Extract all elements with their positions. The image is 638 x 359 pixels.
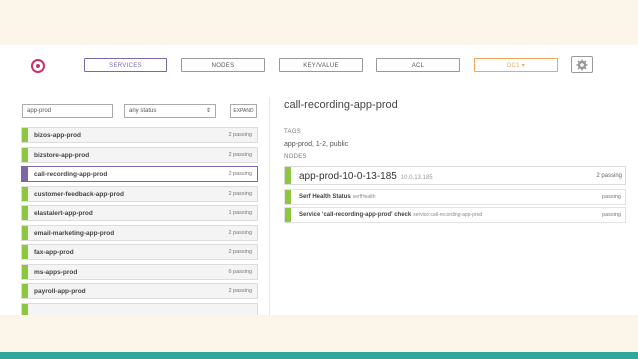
status-filter-select[interactable]: any status ⇕ [124, 104, 216, 118]
service-item[interactable]: email-marketing-app-prod 2 passing [21, 224, 258, 241]
health-indicator [22, 186, 28, 201]
health-indicator [285, 190, 291, 204]
consul-logo-icon[interactable] [31, 59, 45, 73]
service-status: 2 passing [228, 288, 252, 294]
service-item[interactable]: payroll-app-prod 2 passing [21, 283, 258, 299]
service-name: call-recording-app-prod [34, 171, 108, 178]
gear-icon [576, 59, 588, 70]
service-name: bizstore-app-prod [34, 151, 90, 159]
check-status: passing [602, 212, 621, 218]
health-indicator [22, 206, 28, 220]
node-status: 2 passing [596, 173, 622, 179]
node-card[interactable]: app-prod-10-0-13-185 10.0.13.185 2 passin… [284, 166, 626, 185]
tags-label: TAGS [284, 129, 302, 135]
service-name: fax-app-prod [34, 249, 74, 256]
service-detail-title: call-recording-app-prod [284, 99, 398, 111]
health-indicator [285, 167, 291, 184]
service-item[interactable]: bizos-app-prod 2 passing [21, 127, 258, 143]
service-item-selected[interactable]: call-recording-app-prod 2 passing [21, 166, 258, 182]
check-id: service:call-recording-app-prod [413, 212, 483, 218]
node-name-text: app-prod-10-0-13-185 [299, 171, 397, 182]
expand-button[interactable]: EXPAND [230, 104, 257, 118]
health-check-row: Serf Health Status serfHealth passing [284, 189, 626, 205]
service-name: customer-feedback-app-prod [34, 190, 124, 198]
service-item[interactable]: elastalert-app-prod 1 passing [21, 205, 258, 221]
health-indicator [22, 167, 28, 181]
health-indicator [22, 128, 28, 142]
service-item[interactable]: customer-feedback-app-prod 2 passing [21, 185, 258, 202]
node-name[interactable]: app-prod-10-0-13-185 10.0.13.185 [299, 171, 433, 182]
tags-value: app-prod, 1-2, public [284, 141, 349, 148]
nav-nodes-button[interactable]: NODES [181, 58, 265, 72]
consul-ui-panel: SERVICES NODES KEY/VALUE ACL DC1 ▾ app-p… [0, 45, 638, 315]
nav-key-value-button[interactable]: KEY/VALUE [279, 58, 363, 72]
service-status: 6 passing [228, 268, 252, 275]
status-filter-value: any status [129, 108, 157, 114]
health-indicator [22, 225, 28, 240]
check-name: Serf Health Status serfHealth [299, 194, 375, 200]
service-status: 2 passing [228, 229, 252, 236]
nodes-label: NODES [284, 154, 307, 160]
service-status: 2 passing [228, 151, 252, 158]
service-name: email-marketing-app-prod [34, 229, 115, 237]
health-check-row: Service 'call-recording-app-prod' check s… [284, 207, 626, 223]
check-status: passing [602, 194, 621, 200]
footer-accent-bar [0, 352, 638, 359]
health-indicator [22, 245, 28, 259]
service-item[interactable] [21, 302, 258, 315]
health-indicator [22, 303, 28, 315]
check-id: serfHealth [352, 194, 376, 200]
service-status: 2 passing [228, 171, 252, 177]
service-list: bizos-app-prod 2 passing bizstore-app-pr… [21, 127, 258, 315]
service-name: payroll-app-prod [34, 288, 86, 295]
node-ip: 10.0.13.185 [400, 175, 433, 181]
service-name: elastalert-app-prod [34, 210, 93, 217]
settings-button[interactable] [571, 56, 593, 73]
service-status: 2 passing [228, 132, 252, 138]
service-search-input[interactable]: app-prod [22, 104, 113, 118]
service-status: 2 passing [228, 249, 252, 255]
check-name-text: Serf Health Status [299, 194, 351, 200]
check-name-text: Service 'call-recording-app-prod' check [299, 212, 412, 218]
column-divider [269, 97, 270, 315]
datacenter-dropdown[interactable]: DC1 ▾ [474, 58, 558, 72]
health-indicator [22, 147, 28, 162]
nav-acl-button[interactable]: ACL [376, 58, 460, 72]
health-indicator [22, 284, 28, 298]
service-name: bizos-app-prod [34, 132, 81, 139]
service-item[interactable]: ms-apps-prod 6 passing [21, 263, 258, 280]
service-item[interactable]: fax-app-prod 2 passing [21, 244, 258, 260]
service-status: 1 passing [228, 210, 252, 216]
check-name: Service 'call-recording-app-prod' check s… [299, 212, 482, 218]
service-name: ms-apps-prod [34, 268, 78, 276]
health-indicator [285, 208, 291, 222]
select-arrows-icon: ⇕ [205, 108, 211, 114]
service-item[interactable]: bizstore-app-prod 2 passing [21, 146, 258, 163]
health-indicator [22, 264, 28, 279]
nav-services-button[interactable]: SERVICES [84, 58, 167, 72]
service-status: 2 passing [228, 190, 252, 197]
